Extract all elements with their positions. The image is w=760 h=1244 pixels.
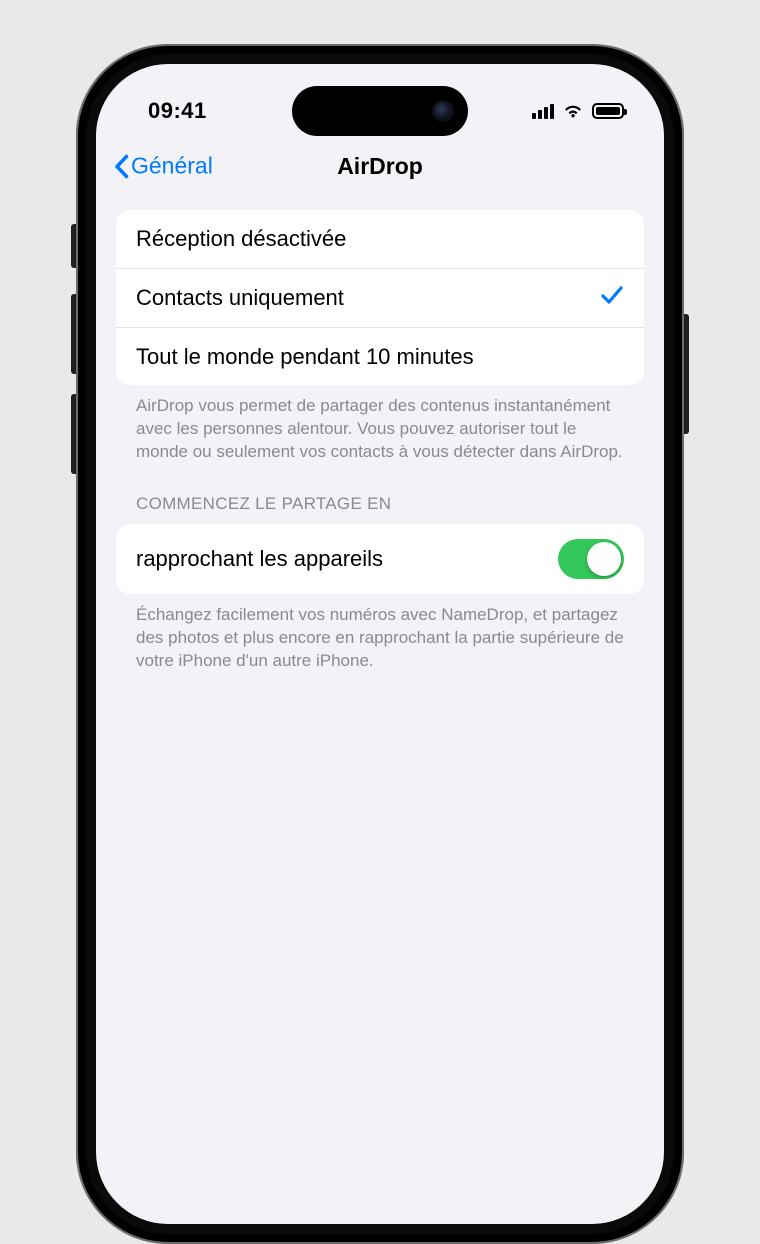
toggle-knob — [587, 542, 621, 576]
dynamic-island — [292, 86, 468, 136]
back-button[interactable]: Général — [114, 153, 213, 180]
row-label: rapprochant les appareils — [136, 546, 383, 572]
content: Réception désactivée Contacts uniquement… — [96, 194, 664, 673]
camera-icon — [434, 102, 452, 120]
receiving-group: Réception désactivée Contacts uniquement… — [116, 210, 644, 385]
option-everyone-10min[interactable]: Tout le monde pendant 10 minutes — [116, 327, 644, 385]
option-label: Contacts uniquement — [136, 285, 344, 311]
side-button-vol-up — [71, 294, 76, 374]
side-button-vol-down — [71, 394, 76, 474]
wifi-icon — [562, 103, 584, 119]
cellular-icon — [532, 103, 554, 119]
side-button-mute — [71, 224, 76, 268]
option-label: Tout le monde pendant 10 minutes — [136, 344, 474, 370]
nav-bar: Général AirDrop — [96, 138, 664, 194]
option-contacts-only[interactable]: Contacts uniquement — [116, 268, 644, 327]
checkmark-icon — [600, 284, 624, 312]
screen: 09:41 Général A — [96, 64, 664, 1224]
toggle-bring-devices-together[interactable] — [558, 539, 624, 579]
battery-icon — [592, 103, 624, 119]
back-label: Général — [131, 153, 213, 180]
side-button-power — [684, 314, 689, 434]
sharing-group: rapprochant les appareils — [116, 524, 644, 594]
sharing-footer: Échangez facilement vos numéros avec Nam… — [116, 594, 644, 673]
status-time: 09:41 — [148, 98, 207, 124]
option-label: Réception désactivée — [136, 226, 346, 252]
receiving-footer: AirDrop vous permet de partager des cont… — [116, 385, 644, 464]
row-bring-devices-together[interactable]: rapprochant les appareils — [116, 524, 644, 594]
phone-frame: 09:41 Général A — [76, 44, 684, 1244]
page-title: AirDrop — [337, 153, 423, 180]
option-receiving-off[interactable]: Réception désactivée — [116, 210, 644, 268]
sharing-header: Commencez le partage en — [116, 464, 644, 524]
status-icons — [532, 103, 624, 119]
chevron-left-icon — [114, 154, 129, 178]
